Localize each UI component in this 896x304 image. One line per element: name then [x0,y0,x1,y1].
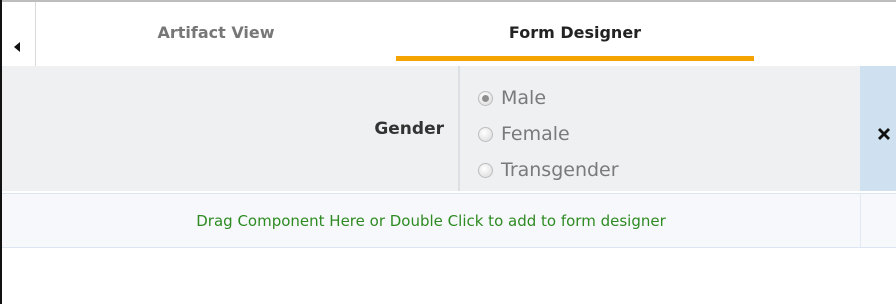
tab-form-designer-label: Form Designer [508,22,642,42]
radio-button[interactable] [478,90,493,106]
collapse-panel-button[interactable] [2,2,36,66]
form-field-row[interactable]: Gender Male Female Transgender [2,66,896,191]
radio-group: Male Female Transgender [478,80,619,188]
radio-label: Female [501,123,570,145]
radio-button[interactable] [478,126,493,142]
triangle-left-icon [14,42,20,52]
radio-label: Male [501,87,547,109]
close-x-icon [878,128,890,140]
drop-zone[interactable]: Drag Component Here or Double Click to a… [2,193,896,248]
tab-artifact-view-label: Artifact View [157,22,275,42]
drop-zone-divider [860,194,861,247]
delete-field-button[interactable] [860,66,896,191]
tab-artifact-view[interactable]: Artifact View [36,2,396,62]
radio-option-male[interactable]: Male [478,80,619,116]
column-divider [458,66,460,191]
active-tab-indicator [396,56,754,61]
radio-label: Transgender [501,159,619,181]
radio-option-transgender[interactable]: Transgender [478,152,619,188]
radio-option-female[interactable]: Female [478,116,619,152]
radio-button[interactable] [478,162,493,178]
gender-label-text: Gender [374,118,444,139]
field-label: Gender [2,66,458,191]
drop-zone-text: Drag Component Here or Double Click to a… [196,211,666,230]
tab-form-designer[interactable]: Form Designer [396,2,754,62]
